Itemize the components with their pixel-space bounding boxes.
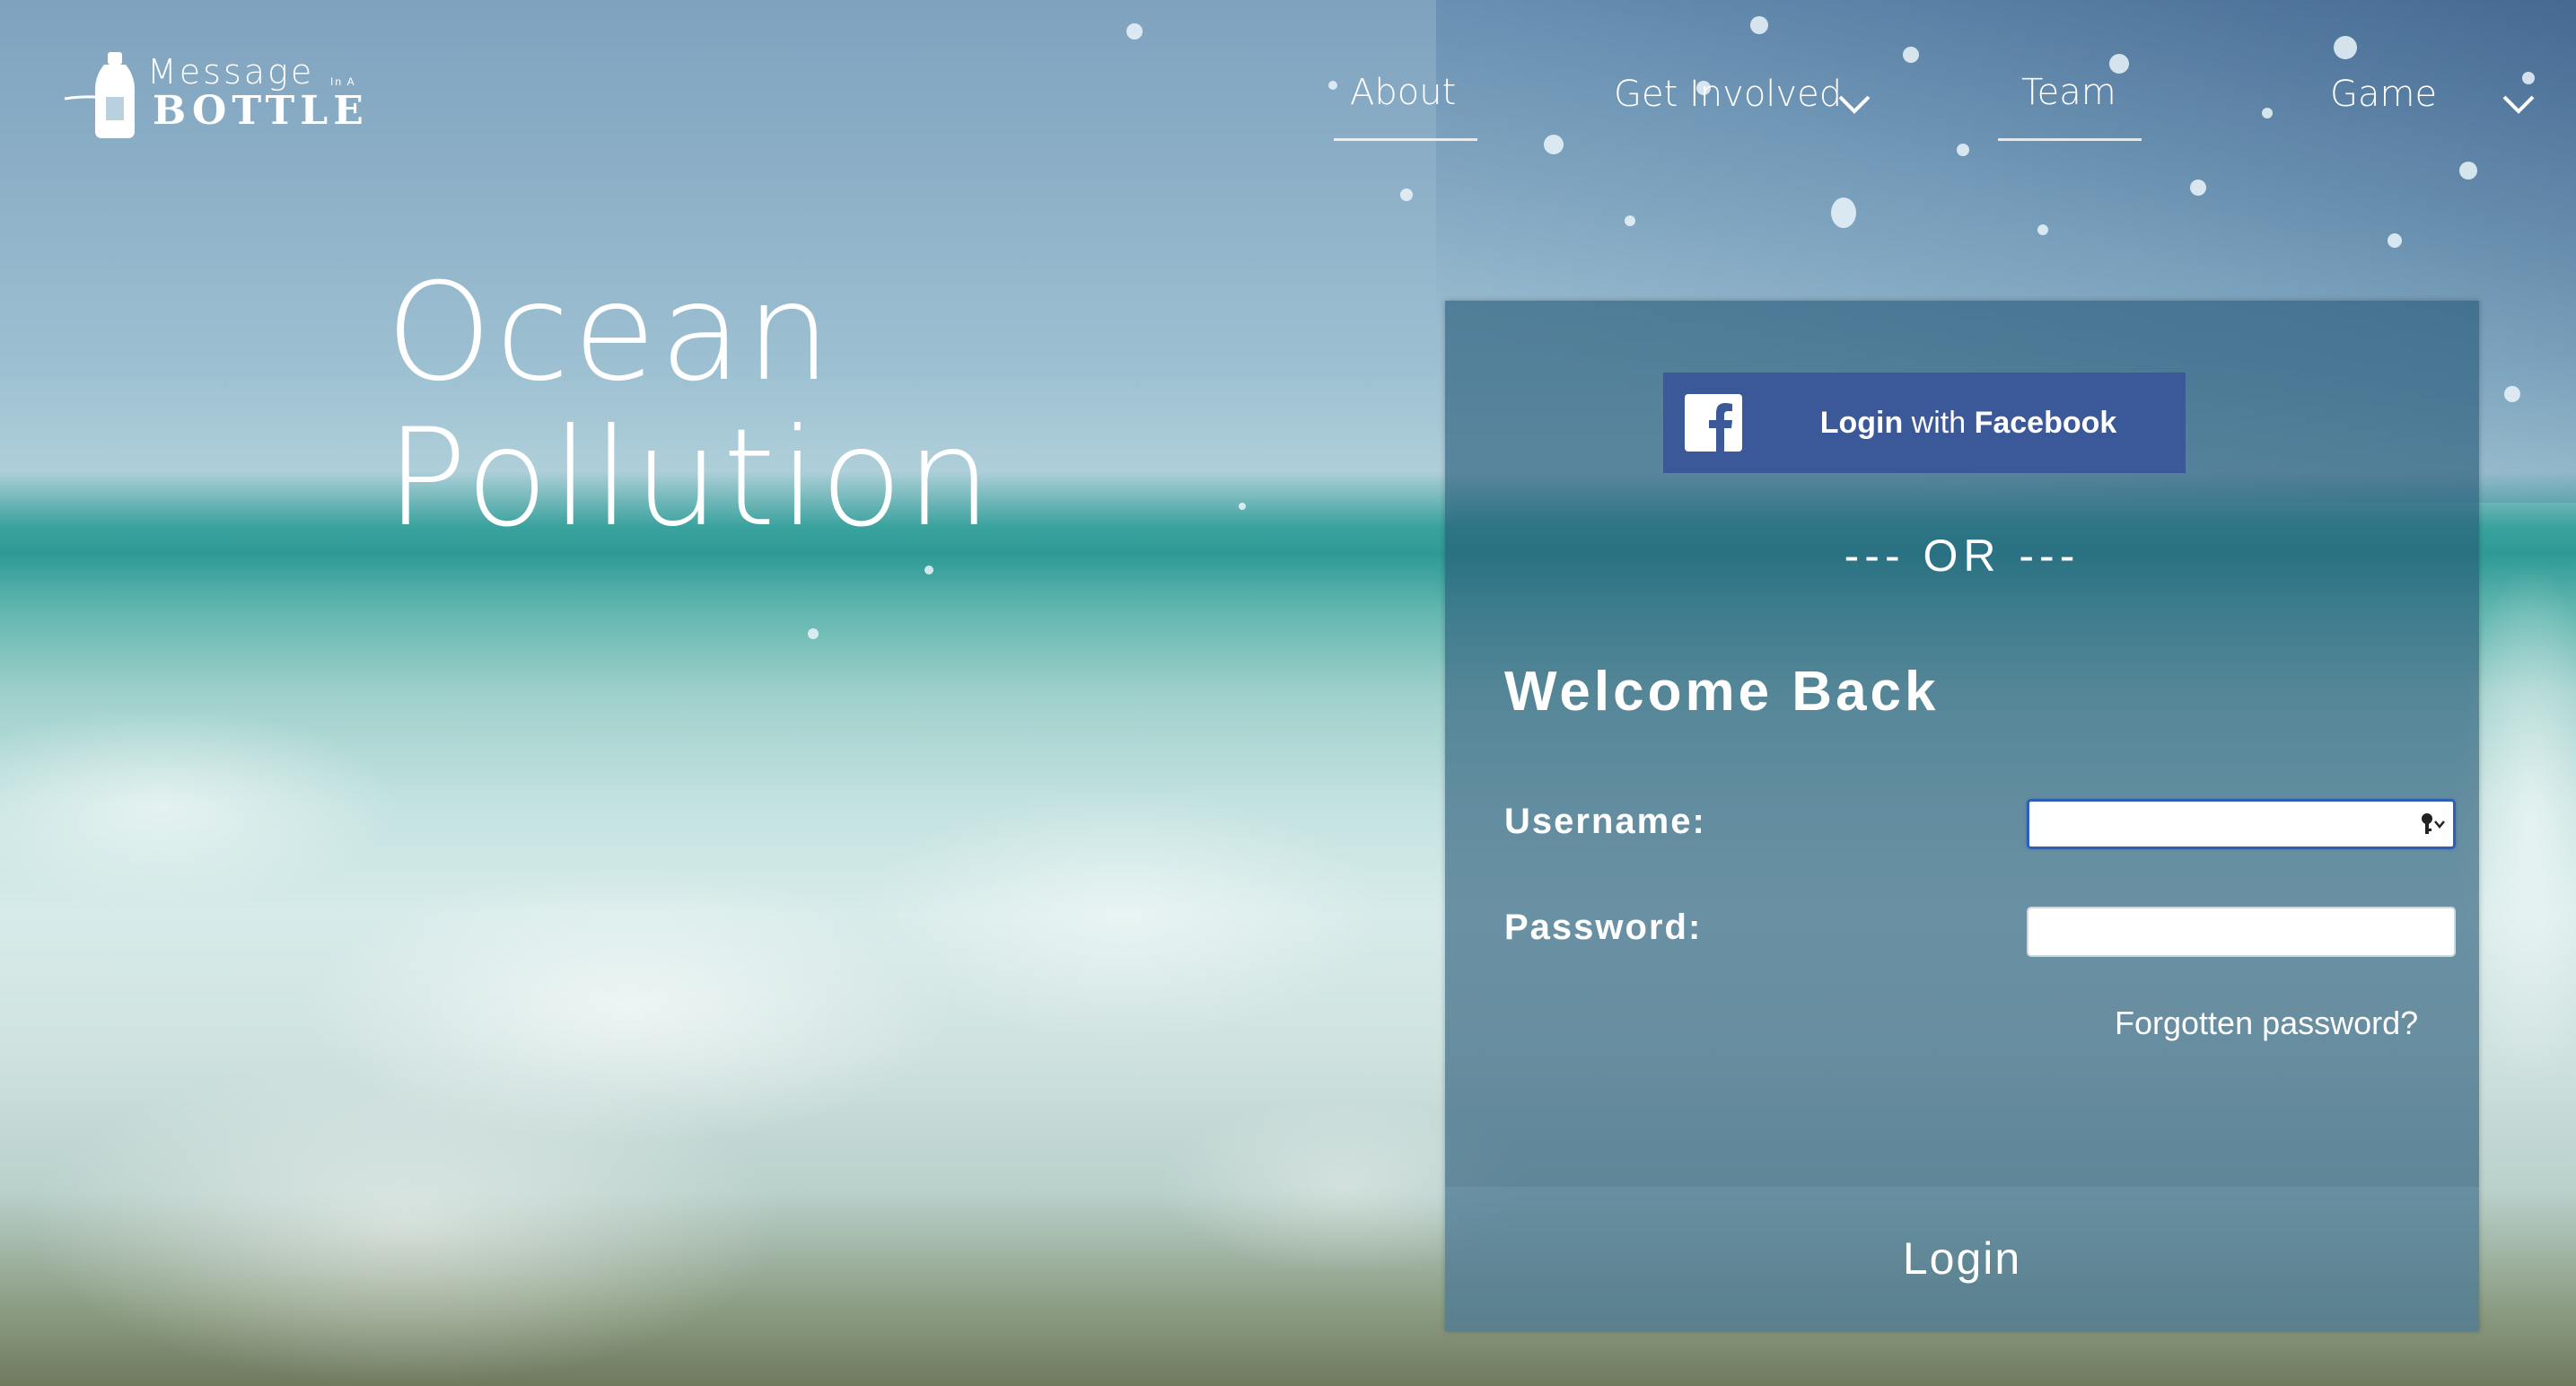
droplet — [1126, 23, 1143, 39]
droplet — [1328, 81, 1337, 90]
logo-text-in-a: In A — [330, 75, 356, 88]
username-input[interactable] — [2027, 799, 2456, 849]
nav-item-team[interactable]: Team — [2021, 72, 2116, 113]
background-wave-foam — [0, 539, 1526, 1386]
nav-underline-team — [1998, 138, 2142, 141]
droplet — [2109, 54, 2129, 74]
facebook-login-label: Login with Facebook — [1771, 373, 2166, 473]
hero-title-line2: Pollution — [386, 400, 995, 557]
site-logo[interactable]: Message In A BOTTLE — [52, 41, 375, 140]
droplet — [1544, 135, 1564, 154]
droplet — [2522, 72, 2535, 84]
nav-item-about[interactable]: About — [1350, 72, 1456, 113]
facebook-login-button[interactable]: Login with Facebook — [1663, 373, 2186, 473]
nav-item-get-involved[interactable]: Get Involved — [1614, 74, 1842, 115]
hero-title: Ocean Pollution — [386, 260, 995, 551]
droplet — [2190, 180, 2206, 196]
logo-text-bottle: BOTTLE — [153, 88, 369, 134]
droplet — [1957, 144, 1969, 156]
landing-page: Message In A BOTTLE About Get Involved T… — [0, 0, 2576, 1386]
login-heading: Welcome Back — [1504, 661, 1940, 723]
droplet — [2459, 162, 2477, 180]
or-divider: --- OR --- — [1844, 531, 2081, 581]
facebook-brand-word: Facebook — [1974, 406, 2117, 440]
login-submit-button[interactable]: Login — [1445, 1187, 2479, 1331]
droplet — [1625, 215, 1635, 226]
droplet — [1903, 47, 1919, 63]
droplet — [2037, 224, 2048, 235]
droplet — [2262, 108, 2273, 118]
droplet — [1239, 503, 1246, 510]
forgot-password-link[interactable]: Forgotten password? — [2115, 1004, 2418, 1042]
droplet — [2504, 386, 2520, 402]
logo-text-message: Message — [147, 52, 315, 92]
droplet — [1750, 16, 1768, 34]
droplet — [808, 628, 819, 639]
login-submit-label: Login — [1902, 1233, 2022, 1284]
nav-item-game[interactable]: Game — [2330, 74, 2437, 115]
droplet — [2334, 36, 2357, 59]
login-panel: Login with Facebook --- OR --- Welcome B… — [1445, 301, 2479, 1331]
hero-title-line1: Ocean — [386, 255, 835, 411]
facebook-with-word: with — [1911, 406, 1967, 440]
password-input[interactable] — [2027, 907, 2456, 957]
facebook-glyph — [1709, 403, 1732, 452]
chevron-down-icon[interactable] — [1836, 93, 1872, 115]
username-label: Username: — [1504, 802, 1706, 841]
droplet — [924, 566, 933, 575]
droplet — [1400, 189, 1413, 201]
droplet — [2388, 233, 2402, 248]
password-label: Password: — [1504, 908, 1703, 947]
chevron-down-icon[interactable] — [2501, 93, 2537, 115]
facebook-icon — [1685, 394, 1742, 452]
droplet — [1831, 197, 1856, 228]
key-icon[interactable] — [2419, 811, 2448, 838]
nav-underline-about — [1334, 138, 1477, 141]
facebook-login-word: Login — [1819, 406, 1904, 440]
